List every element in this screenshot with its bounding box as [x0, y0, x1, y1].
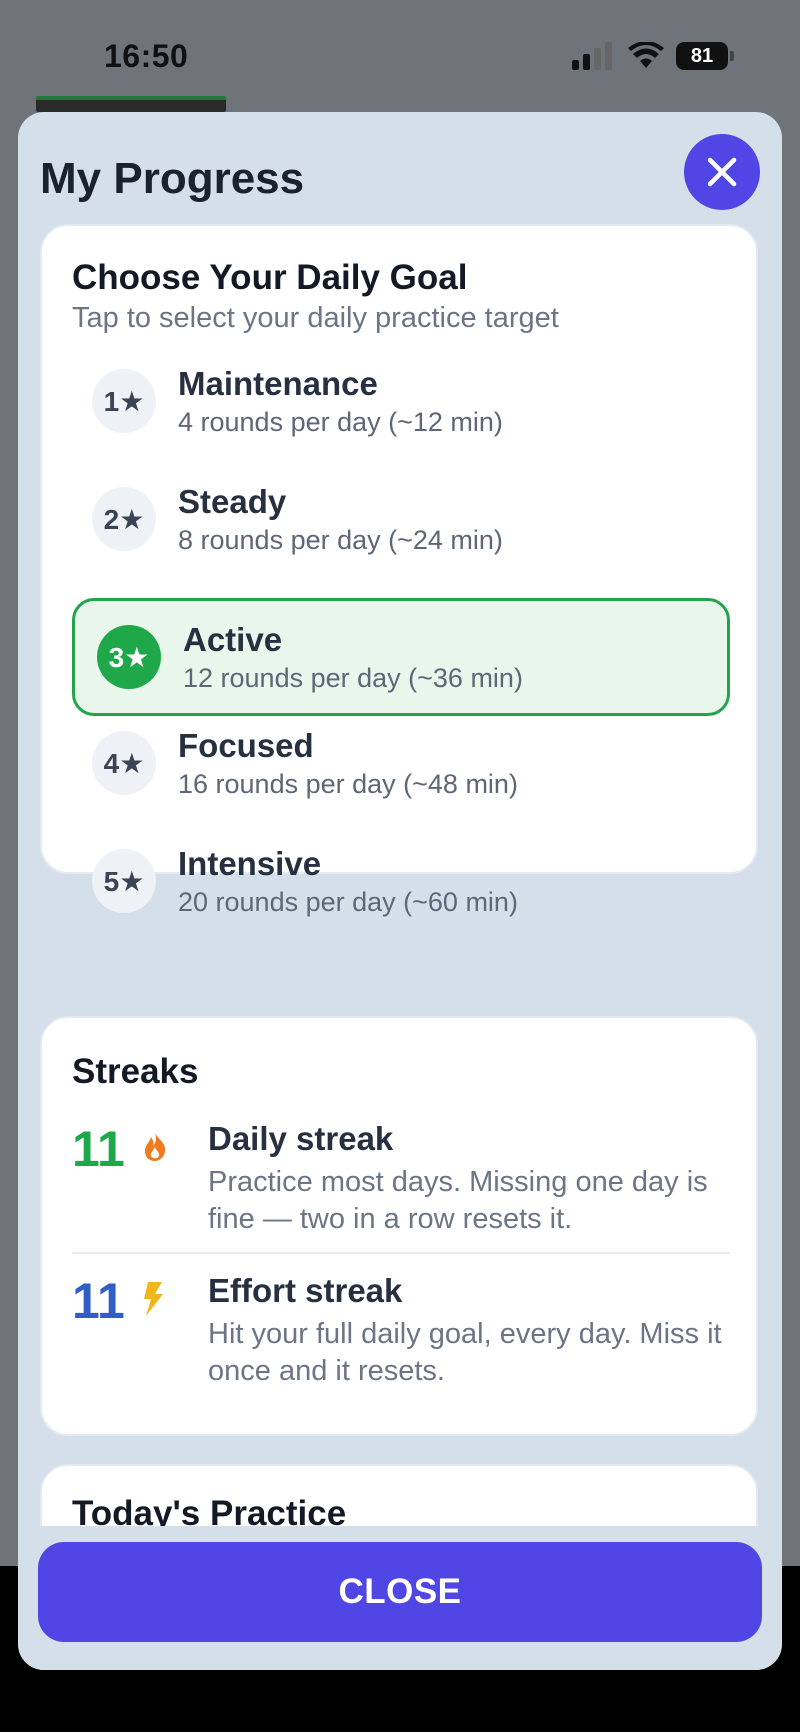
divider: [72, 1252, 730, 1254]
close-icon: [707, 157, 737, 187]
goal-description: 8 rounds per day (~24 min): [178, 524, 503, 555]
goal-level-badge: 3★: [97, 625, 161, 689]
wifi-icon: [628, 42, 664, 68]
effort-streak-description: Hit your full daily goal, every day. Mis…: [208, 1318, 722, 1387]
daily-streak-name: Daily streak: [208, 1120, 394, 1157]
goal-name: Focused: [178, 726, 314, 764]
progress-modal: My Progress Choose Your Daily Goal Tap t…: [18, 112, 782, 1670]
goal-option-focused[interactable]: 4★ Focused 16 rounds per day (~48 min): [72, 704, 730, 822]
daily-streak-description: Practice most days. Missing one day is f…: [208, 1166, 708, 1235]
goal-level-badge: 5★: [92, 849, 156, 913]
streaks-title: Streaks: [72, 1052, 199, 1091]
goal-name: Active: [183, 620, 283, 658]
background-logo: [36, 96, 226, 112]
daily-goal-title: Choose Your Daily Goal: [72, 258, 468, 297]
goal-level-badge: 1★: [92, 369, 156, 433]
goal-option-steady[interactable]: 2★ Steady 8 rounds per day (~24 min): [72, 460, 730, 578]
goal-name: Maintenance: [178, 364, 378, 402]
status-icons: 81: [572, 42, 734, 70]
effort-streak-name: Effort streak: [208, 1272, 403, 1309]
goal-description: 16 rounds per day (~48 min): [178, 768, 518, 799]
goal-level-badge: 2★: [92, 487, 156, 551]
cellular-signal-icon: [572, 42, 612, 70]
goal-description: 20 rounds per day (~60 min): [178, 886, 518, 917]
daily-goal-header: Choose Your Daily Goal Tap to select you…: [72, 258, 559, 335]
battery-indicator: 81: [676, 42, 734, 70]
daily-goal-card: Choose Your Daily Goal Tap to select you…: [40, 224, 758, 917]
goal-option-maintenance[interactable]: 1★ Maintenance 4 rounds per day (~12 min…: [72, 342, 730, 460]
goal-name: Steady: [178, 482, 287, 520]
effort-streak-count: 11: [72, 1273, 125, 1329]
daily-streak-count: 11: [72, 1121, 125, 1177]
flame-icon: [145, 1132, 166, 1161]
goal-option-intensive[interactable]: 5★ Intensive 20 rounds per day (~60 min): [72, 822, 730, 940]
close-button[interactable]: CLOSE: [38, 1542, 762, 1642]
streaks-card: Streaks 11 Daily streak Practice most da…: [40, 1016, 758, 1436]
modal-title: My Progress: [40, 154, 305, 203]
close-icon-button[interactable]: [684, 134, 760, 210]
status-bar: 16:50 81: [0, 0, 800, 110]
daily-goal-subtitle: Tap to select your daily practice target: [72, 302, 559, 334]
goal-description: 4 rounds per day (~12 min): [178, 406, 503, 437]
status-time: 16:50: [104, 38, 189, 74]
lightning-icon: [144, 1282, 163, 1316]
goal-option-active[interactable]: 3★ Active 12 rounds per day (~36 min): [72, 598, 730, 716]
goal-description: 12 rounds per day (~36 min): [183, 662, 523, 693]
goal-name: Intensive: [178, 844, 322, 882]
goal-level-badge: 4★: [92, 731, 156, 795]
